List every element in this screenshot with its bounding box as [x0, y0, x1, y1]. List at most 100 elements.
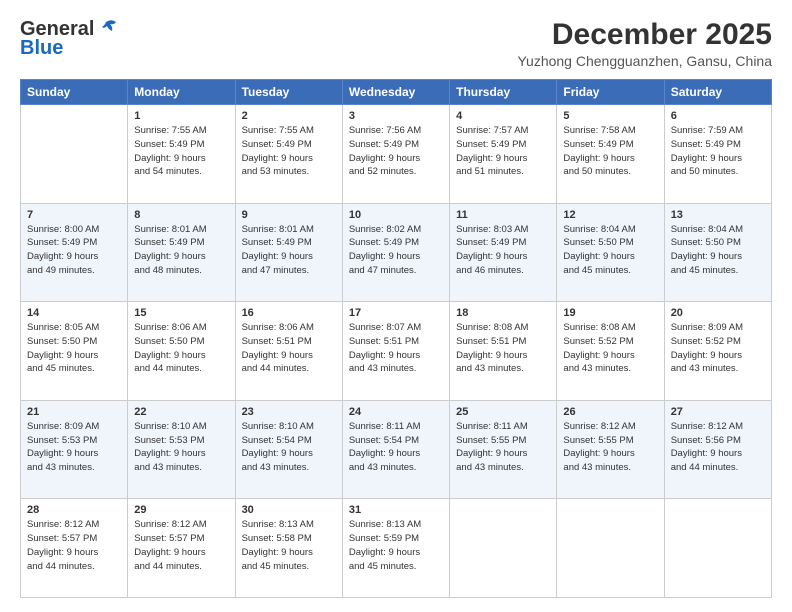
calendar-cell: 18 Sunrise: 8:08 AM Sunset: 5:51 PM Dayli…: [450, 302, 557, 401]
calendar-cell: 29 Sunrise: 8:12 AM Sunset: 5:57 PM Dayli…: [128, 499, 235, 598]
header-friday: Friday: [557, 80, 664, 105]
day-number: 7: [27, 209, 121, 221]
day-number: 3: [349, 110, 443, 122]
day-info: Sunrise: 8:00 AM Sunset: 5:49 PM Dayligh…: [27, 223, 121, 278]
calendar-cell: 8 Sunrise: 8:01 AM Sunset: 5:49 PM Daylig…: [128, 203, 235, 302]
calendar-week-4: 21 Sunrise: 8:09 AM Sunset: 5:53 PM Dayli…: [21, 400, 772, 499]
day-number: 8: [134, 209, 228, 221]
calendar-cell: 31Sunrise: 8:13 AM Sunset: 5:59 PM Dayli…: [342, 499, 449, 598]
day-number: 26: [563, 406, 657, 418]
calendar-cell: 20 Sunrise: 8:09 AM Sunset: 5:52 PM Dayli…: [664, 302, 771, 401]
day-info: Sunrise: 8:09 AM Sunset: 5:52 PM Dayligh…: [671, 321, 765, 376]
header-monday: Monday: [128, 80, 235, 105]
day-info: Sunrise: 8:07 AM Sunset: 5:51 PM Dayligh…: [349, 321, 443, 376]
day-number: 14: [27, 307, 121, 319]
calendar-cell: 5 Sunrise: 7:58 AM Sunset: 5:49 PM Daylig…: [557, 105, 664, 204]
calendar-cell: 24Sunrise: 8:11 AM Sunset: 5:54 PM Dayli…: [342, 400, 449, 499]
calendar-header: Sunday Monday Tuesday Wednesday Thursday…: [21, 80, 772, 105]
calendar-cell: 3 Sunrise: 7:56 AM Sunset: 5:49 PM Daylig…: [342, 105, 449, 204]
page: General Blue December 2025 Yuzhong Cheng…: [0, 0, 792, 612]
day-info: Sunrise: 8:04 AM Sunset: 5:50 PM Dayligh…: [671, 223, 765, 278]
calendar-cell: 12Sunrise: 8:04 AM Sunset: 5:50 PM Dayli…: [557, 203, 664, 302]
day-number: 20: [671, 307, 765, 319]
day-number: 5: [563, 110, 657, 122]
day-info: Sunrise: 8:12 AM Sunset: 5:57 PM Dayligh…: [27, 518, 121, 573]
header-saturday: Saturday: [664, 80, 771, 105]
day-info: Sunrise: 7:58 AM Sunset: 5:49 PM Dayligh…: [563, 124, 657, 179]
day-info: Sunrise: 7:57 AM Sunset: 5:49 PM Dayligh…: [456, 124, 550, 179]
day-info: Sunrise: 8:13 AM Sunset: 5:58 PM Dayligh…: [242, 518, 336, 573]
day-info: Sunrise: 8:10 AM Sunset: 5:53 PM Dayligh…: [134, 420, 228, 475]
day-info: Sunrise: 8:02 AM Sunset: 5:49 PM Dayligh…: [349, 223, 443, 278]
day-number: 9: [242, 209, 336, 221]
day-number: 30: [242, 504, 336, 516]
calendar-cell: 10 Sunrise: 8:02 AM Sunset: 5:49 PM Dayli…: [342, 203, 449, 302]
day-info: Sunrise: 8:08 AM Sunset: 5:51 PM Dayligh…: [456, 321, 550, 376]
day-info: Sunrise: 7:59 AM Sunset: 5:49 PM Dayligh…: [671, 124, 765, 179]
calendar-table: Sunday Monday Tuesday Wednesday Thursday…: [20, 79, 772, 598]
calendar-week-2: 7 Sunrise: 8:00 AM Sunset: 5:49 PM Daylig…: [21, 203, 772, 302]
location: Yuzhong Chengguanzhen, Gansu, China: [517, 53, 772, 69]
calendar-cell: 15 Sunrise: 8:06 AM Sunset: 5:50 PM Dayli…: [128, 302, 235, 401]
day-info: Sunrise: 7:56 AM Sunset: 5:49 PM Dayligh…: [349, 124, 443, 179]
header-sunday: Sunday: [21, 80, 128, 105]
day-info: Sunrise: 8:13 AM Sunset: 5:59 PM Dayligh…: [349, 518, 443, 573]
calendar-cell: 1Sunrise: 7:55 AM Sunset: 5:49 PM Daylig…: [128, 105, 235, 204]
month-title: December 2025: [517, 18, 772, 51]
calendar-cell: [664, 499, 771, 598]
calendar-cell: 6Sunrise: 7:59 AM Sunset: 5:49 PM Daylig…: [664, 105, 771, 204]
day-number: 17: [349, 307, 443, 319]
day-number: 15: [134, 307, 228, 319]
day-info: Sunrise: 8:12 AM Sunset: 5:56 PM Dayligh…: [671, 420, 765, 475]
calendar-cell: 23 Sunrise: 8:10 AM Sunset: 5:54 PM Dayli…: [235, 400, 342, 499]
day-number: 12: [563, 209, 657, 221]
day-number: 29: [134, 504, 228, 516]
day-info: Sunrise: 8:09 AM Sunset: 5:53 PM Dayligh…: [27, 420, 121, 475]
day-number: 11: [456, 209, 550, 221]
calendar-cell: [450, 499, 557, 598]
day-number: 16: [242, 307, 336, 319]
calendar-cell: 13 Sunrise: 8:04 AM Sunset: 5:50 PM Dayli…: [664, 203, 771, 302]
calendar-cell: 9 Sunrise: 8:01 AM Sunset: 5:49 PM Daylig…: [235, 203, 342, 302]
calendar-cell: 22Sunrise: 8:10 AM Sunset: 5:53 PM Dayli…: [128, 400, 235, 499]
day-info: Sunrise: 8:12 AM Sunset: 5:57 PM Dayligh…: [134, 518, 228, 573]
day-number: 25: [456, 406, 550, 418]
calendar-cell: 26Sunrise: 8:12 AM Sunset: 5:55 PM Dayli…: [557, 400, 664, 499]
header-thursday: Thursday: [450, 80, 557, 105]
day-info: Sunrise: 8:03 AM Sunset: 5:49 PM Dayligh…: [456, 223, 550, 278]
day-info: Sunrise: 7:55 AM Sunset: 5:49 PM Dayligh…: [134, 124, 228, 179]
day-number: 10: [349, 209, 443, 221]
day-number: 23: [242, 406, 336, 418]
day-info: Sunrise: 8:01 AM Sunset: 5:49 PM Dayligh…: [134, 223, 228, 278]
logo-blue: Blue: [20, 37, 63, 60]
header-tuesday: Tuesday: [235, 80, 342, 105]
calendar-week-5: 28 Sunrise: 8:12 AM Sunset: 5:57 PM Dayli…: [21, 499, 772, 598]
day-number: 21: [27, 406, 121, 418]
day-number: 24: [349, 406, 443, 418]
calendar-cell: 16Sunrise: 8:06 AM Sunset: 5:51 PM Dayli…: [235, 302, 342, 401]
header: General Blue December 2025 Yuzhong Cheng…: [20, 18, 772, 69]
day-number: 18: [456, 307, 550, 319]
day-info: Sunrise: 8:10 AM Sunset: 5:54 PM Dayligh…: [242, 420, 336, 475]
calendar-cell: 11 Sunrise: 8:03 AM Sunset: 5:49 PM Dayli…: [450, 203, 557, 302]
header-row: Sunday Monday Tuesday Wednesday Thursday…: [21, 80, 772, 105]
day-number: 13: [671, 209, 765, 221]
calendar-cell: 28 Sunrise: 8:12 AM Sunset: 5:57 PM Dayli…: [21, 499, 128, 598]
calendar-cell: 21 Sunrise: 8:09 AM Sunset: 5:53 PM Dayli…: [21, 400, 128, 499]
calendar-cell: 4Sunrise: 7:57 AM Sunset: 5:49 PM Daylig…: [450, 105, 557, 204]
calendar-cell: 7 Sunrise: 8:00 AM Sunset: 5:49 PM Daylig…: [21, 203, 128, 302]
calendar-cell: [21, 105, 128, 204]
day-info: Sunrise: 8:01 AM Sunset: 5:49 PM Dayligh…: [242, 223, 336, 278]
calendar-cell: 25 Sunrise: 8:11 AM Sunset: 5:55 PM Dayli…: [450, 400, 557, 499]
day-info: Sunrise: 8:08 AM Sunset: 5:52 PM Dayligh…: [563, 321, 657, 376]
logo-bird-icon: [98, 19, 120, 37]
calendar-week-3: 14 Sunrise: 8:05 AM Sunset: 5:50 PM Dayli…: [21, 302, 772, 401]
day-number: 19: [563, 307, 657, 319]
day-info: Sunrise: 8:11 AM Sunset: 5:55 PM Dayligh…: [456, 420, 550, 475]
day-info: Sunrise: 8:05 AM Sunset: 5:50 PM Dayligh…: [27, 321, 121, 376]
day-info: Sunrise: 8:06 AM Sunset: 5:50 PM Dayligh…: [134, 321, 228, 376]
calendar-cell: 2Sunrise: 7:55 AM Sunset: 5:49 PM Daylig…: [235, 105, 342, 204]
header-wednesday: Wednesday: [342, 80, 449, 105]
title-block: December 2025 Yuzhong Chengguanzhen, Gan…: [517, 18, 772, 69]
day-number: 28: [27, 504, 121, 516]
